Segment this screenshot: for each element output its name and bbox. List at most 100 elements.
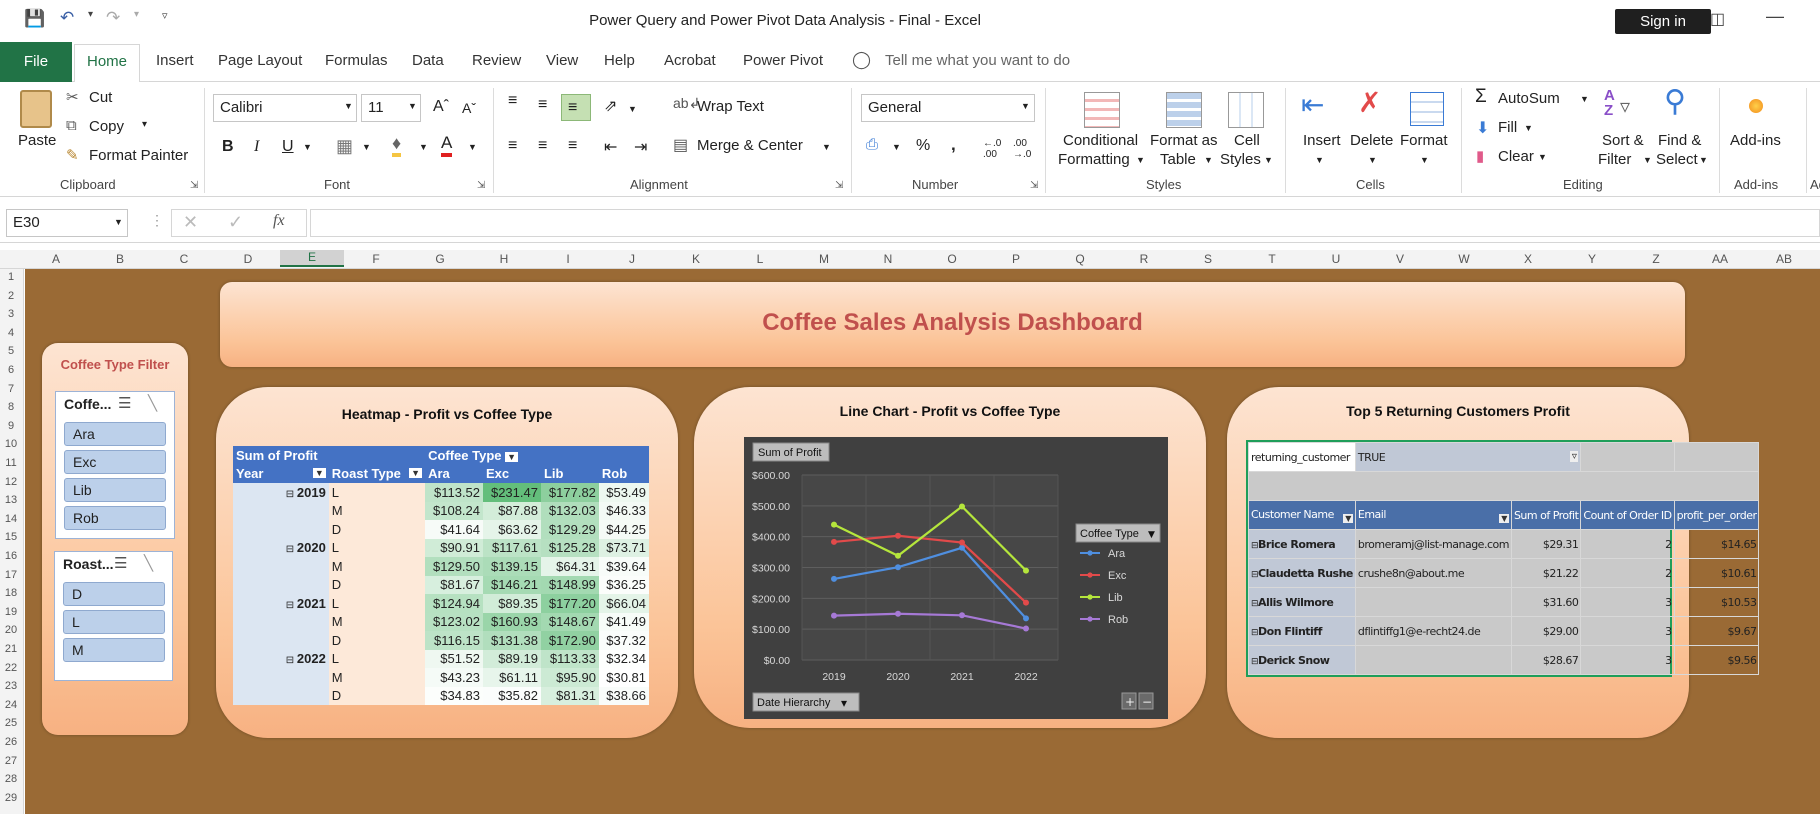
column-header-v[interactable]: V xyxy=(1368,252,1432,266)
delete-cells-icon[interactable]: ✗ xyxy=(1358,86,1381,119)
order-count-cell[interactable]: 3 xyxy=(1580,587,1675,617)
increase-decimal-icon[interactable]: ←.0.00 xyxy=(983,138,1001,160)
profit-cell[interactable]: $46.33 xyxy=(598,501,649,520)
slicer-item-lib[interactable]: Lib xyxy=(64,478,166,502)
roast-type-cell[interactable]: M xyxy=(328,501,426,520)
percent-style-icon[interactable]: % xyxy=(916,137,930,155)
roast-type-cell[interactable]: L xyxy=(328,538,426,557)
orientation-icon[interactable]: ⇗ xyxy=(604,96,617,116)
row-header-2[interactable]: 2 xyxy=(0,290,22,302)
collapse-icon[interactable]: ⊟ xyxy=(1251,570,1259,580)
row-header-11[interactable]: 11 xyxy=(0,457,22,469)
filter-dropdown-icon[interactable]: ▼ xyxy=(409,468,423,479)
column-header-m[interactable]: M xyxy=(792,252,856,266)
align-top-icon[interactable]: ≡ xyxy=(508,92,517,110)
profit-cell[interactable]: $231.47 xyxy=(483,483,541,502)
tab-formulas[interactable]: Formulas xyxy=(325,52,388,69)
enter-icon[interactable]: ✓ xyxy=(228,212,243,233)
dropdown-icon[interactable]: ▼ xyxy=(1148,530,1155,540)
profit-cell[interactable]: $44.25 xyxy=(598,520,649,539)
conditional-formatting-button[interactable]: Conditional xyxy=(1063,132,1138,149)
fill-button[interactable]: Fill xyxy=(1498,119,1517,136)
roast-type-cell[interactable]: L xyxy=(328,649,426,668)
fill-color-icon[interactable]: ♦ xyxy=(392,133,402,157)
row-header-5[interactable]: 5 xyxy=(0,345,22,357)
column-header-q[interactable]: Q xyxy=(1048,252,1112,266)
profit-cell[interactable]: $41.49 xyxy=(598,612,649,631)
column-header-a[interactable]: A xyxy=(24,252,88,266)
profit-cell[interactable]: $148.67 xyxy=(540,612,599,631)
align-center-icon[interactable]: ≡ xyxy=(538,137,547,155)
row-header-4[interactable]: 4 xyxy=(0,327,22,339)
profit-per-order-cell[interactable]: $14.65 xyxy=(1673,529,1760,559)
slicer-item-exc[interactable]: Exc xyxy=(64,450,166,474)
row-header-7[interactable]: 7 xyxy=(0,383,22,395)
profit-cell[interactable]: $66.04 xyxy=(598,594,649,613)
fill-dropdown-icon[interactable]: ▼ xyxy=(1524,123,1533,133)
insert-cells-button[interactable]: Insert xyxy=(1303,132,1341,149)
row-header-18[interactable]: 18 xyxy=(0,587,22,599)
profit-cell[interactable]: $90.91 xyxy=(425,538,484,557)
column-header-e[interactable]: E xyxy=(280,250,344,267)
customer-name-cell[interactable]: ⊟Brice Romera xyxy=(1248,529,1356,559)
profit-cell[interactable]: $148.99 xyxy=(540,575,599,594)
slicer-item-m[interactable]: M xyxy=(63,638,165,662)
copy-dropdown-icon[interactable]: ▾ xyxy=(142,119,147,130)
delete-cells-button[interactable]: Delete xyxy=(1350,132,1393,149)
tab-file[interactable]: File xyxy=(0,42,72,82)
tab-view[interactable]: View xyxy=(546,52,578,69)
font-name-combo[interactable]: Calibri xyxy=(213,94,357,122)
data-point[interactable] xyxy=(959,612,965,619)
data-point[interactable] xyxy=(831,575,837,582)
accounting-dropdown-icon[interactable]: ▼ xyxy=(892,142,901,152)
paste-button[interactable]: Paste xyxy=(18,132,56,149)
slicer-item-rob[interactable]: Rob xyxy=(64,506,166,530)
add-ins-button[interactable]: Add-ins xyxy=(1730,132,1781,149)
slicer-item-l[interactable]: L xyxy=(63,610,165,634)
filter-value-cell[interactable]: TRUE ▿ xyxy=(1354,442,1582,472)
profit-per-order-cell[interactable]: $9.56 xyxy=(1673,645,1760,675)
number-format-combo[interactable]: General xyxy=(861,94,1035,122)
insert-cells-icon[interactable]: ⇤ xyxy=(1301,88,1324,121)
coffee-type-slicer[interactable]: Coffe... ☰ ╲ Ara Exc Lib Rob xyxy=(55,391,175,539)
profit-cell[interactable]: $132.03 xyxy=(540,501,599,520)
data-point[interactable] xyxy=(959,539,965,546)
column-header-h[interactable]: H xyxy=(472,252,536,266)
column-header-j[interactable]: J xyxy=(600,252,664,266)
data-point[interactable] xyxy=(959,503,965,510)
data-point[interactable] xyxy=(895,564,901,571)
merge-dropdown-icon[interactable]: ▼ xyxy=(822,142,831,152)
profit-cell[interactable]: $177.82 xyxy=(540,483,599,502)
roast-type-cell[interactable]: M xyxy=(328,668,426,687)
profit-cell[interactable]: $29.31 xyxy=(1510,529,1582,559)
row-header-28[interactable]: 28 xyxy=(0,773,22,785)
customer-name-cell[interactable]: ⊟Derick Snow xyxy=(1248,645,1356,675)
decrease-decimal-icon[interactable]: .00 →.0 xyxy=(1013,138,1031,160)
row-header-9[interactable]: 9 xyxy=(0,420,22,432)
profit-cell[interactable]: $125.28 xyxy=(540,538,599,557)
italic-icon[interactable]: I xyxy=(254,138,259,156)
profit-cell[interactable]: $41.64 xyxy=(425,520,484,539)
font-size-dropdown-icon[interactable]: ▼ xyxy=(408,101,417,111)
profit-cell[interactable]: $81.67 xyxy=(425,575,484,594)
decrease-indent-icon[interactable]: ⇤ xyxy=(604,137,617,157)
clear-filter-icon[interactable]: ╲ xyxy=(144,554,153,572)
profit-cell[interactable]: $124.94 xyxy=(425,594,484,613)
row-header-8[interactable]: 8 xyxy=(0,401,22,413)
profit-cell[interactable]: $87.88 xyxy=(483,501,541,520)
row-header-22[interactable]: 22 xyxy=(0,662,22,674)
column-header-f[interactable]: F xyxy=(344,252,408,266)
row-header-19[interactable]: 19 xyxy=(0,606,22,618)
format-cells-icon[interactable] xyxy=(1410,92,1444,126)
font-name-dropdown-icon[interactable]: ▼ xyxy=(344,101,353,111)
font-color-dropdown-icon[interactable]: ▼ xyxy=(468,142,477,152)
find-select-button[interactable]: Find & xyxy=(1658,132,1701,149)
profit-cell[interactable]: $51.52 xyxy=(425,649,484,668)
autosum-dropdown-icon[interactable]: ▼ xyxy=(1580,94,1589,104)
row-header-3[interactable]: 3 xyxy=(0,308,22,320)
customer-name-cell[interactable]: ⊟Allis Wilmore xyxy=(1248,587,1356,617)
collapse-icon[interactable]: ⊟ xyxy=(1251,657,1259,667)
column-header-b[interactable]: B xyxy=(88,252,152,266)
profit-cell[interactable]: $129.50 xyxy=(425,557,484,576)
filter-dropdown-icon[interactable]: ▼ xyxy=(1343,513,1353,523)
